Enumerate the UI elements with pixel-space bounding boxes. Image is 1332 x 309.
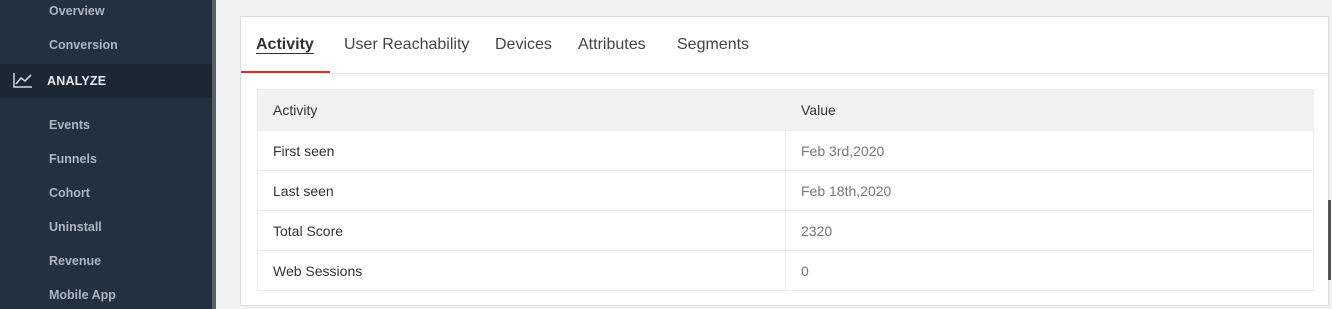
sidebar-item-overview[interactable]: Overview — [49, 4, 105, 18]
sidebar-item-funnels[interactable]: Funnels — [49, 152, 97, 166]
sidebar-item-mobile-app[interactable]: Mobile App — [49, 288, 116, 302]
sidebar-item-conversion[interactable]: Conversion — [49, 38, 118, 52]
sidebar-item-uninstall[interactable]: Uninstall — [49, 220, 102, 234]
tab-user-reachability[interactable]: User Reachability — [344, 36, 469, 54]
sidebar-item-cohort[interactable]: Cohort — [49, 186, 90, 200]
sidebar-item-events[interactable]: Events — [49, 118, 90, 132]
value-cell: 2320 — [801, 223, 833, 239]
sidebar-item-revenue[interactable]: Revenue — [49, 254, 101, 268]
sidebar-divider — [212, 0, 216, 309]
column-divider — [785, 171, 786, 211]
line-chart-icon — [13, 73, 32, 88]
activity-cell: First seen — [273, 143, 335, 159]
table-header-row: Activity Value — [258, 90, 1313, 130]
activity-cell: Last seen — [273, 183, 334, 199]
tab-devices[interactable]: Devices — [495, 36, 552, 54]
column-divider — [785, 251, 786, 291]
scrollbar-thumb[interactable] — [1328, 200, 1331, 280]
column-divider — [785, 131, 786, 171]
tab-bar: Activity User Reachability Devices Attri… — [241, 17, 1328, 74]
sidebar-section-analyze[interactable]: ANALYZE — [0, 64, 212, 98]
table-row: First seen Feb 3rd,2020 — [258, 130, 1313, 171]
activity-cell: Total Score — [273, 223, 344, 239]
value-cell: 0 — [801, 263, 809, 279]
tab-attributes[interactable]: Attributes — [578, 36, 646, 54]
tab-activity[interactable]: Activity — [256, 36, 314, 54]
table-row: Last seen Feb 18th,2020 — [258, 170, 1313, 211]
sidebar-section-label: ANALYZE — [47, 74, 107, 88]
table-row: Web Sessions 0 — [258, 250, 1313, 291]
user-profile-card: Activity User Reachability Devices Attri… — [240, 16, 1329, 306]
activity-table: Activity Value First seen Feb 3rd,2020 L… — [257, 89, 1314, 291]
sidebar: Overview Conversion ANALYZE Events Funne… — [0, 0, 212, 309]
tab-segments[interactable]: Segments — [677, 36, 749, 54]
activity-cell: Web Sessions — [273, 263, 363, 279]
active-tab-indicator — [241, 71, 330, 73]
column-divider — [785, 211, 786, 251]
column-header-value: Value — [801, 102, 836, 118]
table-row: Total Score 2320 — [258, 210, 1313, 251]
value-cell: Feb 3rd,2020 — [801, 143, 885, 159]
value-cell: Feb 18th,2020 — [801, 183, 892, 199]
column-header-activity: Activity — [273, 102, 318, 118]
